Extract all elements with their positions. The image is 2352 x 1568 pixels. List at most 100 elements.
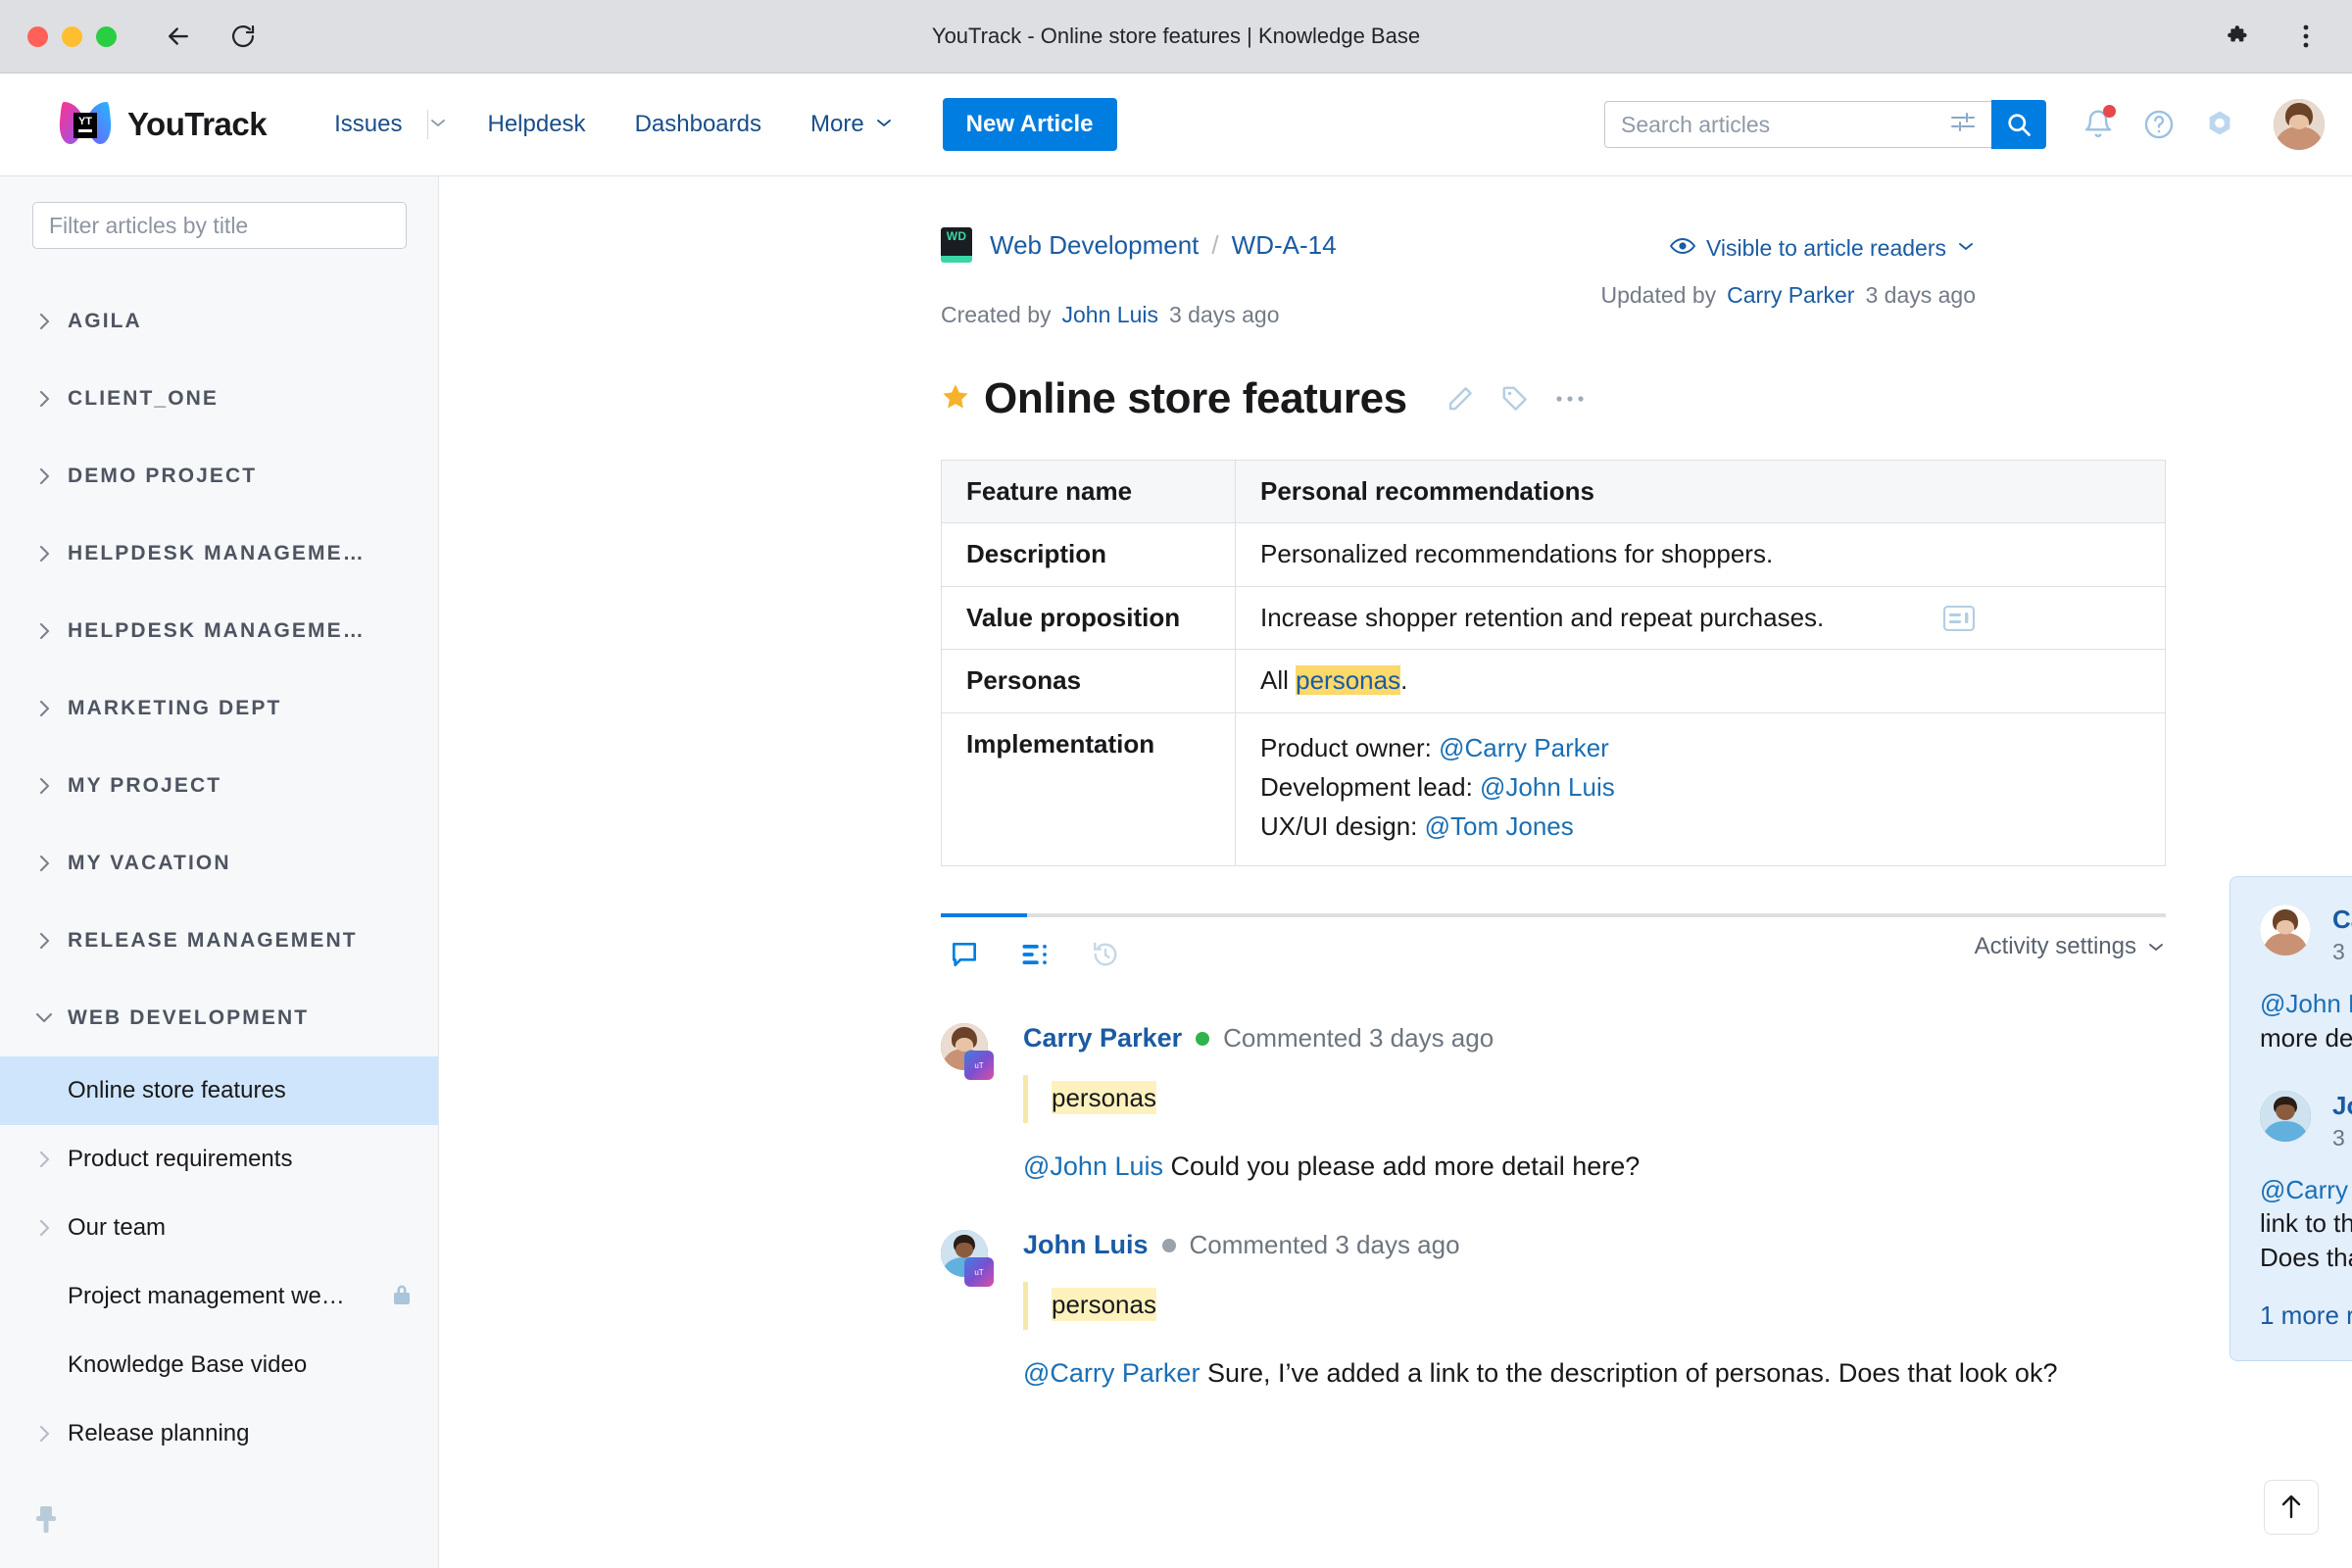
chevron-right-icon[interactable] [29, 1423, 59, 1445]
sidebar-item-product-requirements[interactable]: Product requirements [0, 1125, 438, 1194]
nav-more-chevron-down-icon[interactable] [874, 116, 909, 134]
breadcrumb-project-link[interactable]: Web Development [990, 230, 1199, 261]
implementation-label: Development lead: [1260, 771, 1481, 802]
chevron-right-icon [29, 388, 59, 410]
mention-carry-parker[interactable]: @Carry Parker [1439, 733, 1609, 762]
user-avatar[interactable] [2274, 99, 2325, 150]
breadcrumb-article-id[interactable]: WD-A-14 [1232, 230, 1337, 261]
nav-item-dashboards[interactable]: Dashboards [611, 111, 786, 138]
comment-item: uT Carry Parker Commented 3 days ago per… [941, 1023, 2166, 1185]
pin-icon[interactable] [31, 1504, 61, 1543]
comment-timestamp: Commented 3 days ago [1189, 1230, 1460, 1260]
sidebar-group-demo-project[interactable]: DEMO PROJECT [0, 437, 438, 514]
comment-body: John Luis Commented 3 days ago personas … [1023, 1230, 2166, 1392]
table-header-cell: Personal recommendations [1235, 460, 2166, 523]
bell-icon[interactable] [2068, 94, 2129, 155]
puzzle-piece-icon[interactable] [2223, 20, 2256, 53]
sidebar-group-label: CLIENT_ONE [68, 386, 220, 410]
nav-item-issues[interactable]: Issues [310, 111, 426, 138]
activity-settings-button[interactable]: Activity settings [1975, 933, 2166, 960]
more-replies-link[interactable]: 1 more reply [2260, 1300, 2352, 1331]
feature-table: Feature name Personal recommendations De… [941, 460, 2166, 867]
comment-header: Carry Parker Commented 3 days ago [1023, 1023, 2166, 1054]
sidebar-group-marketing-dept[interactable]: MARKETING DEPT [0, 669, 438, 747]
sidebar-item-release-planning[interactable]: Release planning [0, 1399, 438, 1468]
sidebar-group-helpdesk-management-2[interactable]: HELPDESK MANAGEME… [0, 592, 438, 669]
sidebar-item-our-team[interactable]: Our team [0, 1194, 438, 1262]
sidebar-group-web-development[interactable]: WEB DEVELOPMENT [0, 979, 438, 1056]
tag-icon[interactable] [1488, 371, 1543, 426]
pencil-icon[interactable] [1433, 371, 1488, 426]
thread-author[interactable]: Carry Parker [2332, 905, 2352, 935]
mention-john-luis[interactable]: @John Luis [1023, 1152, 1163, 1181]
search-submit-button[interactable] [1991, 100, 2046, 149]
sidebar-group-my-vacation[interactable]: MY VACATION [0, 824, 438, 902]
activity-list-icon[interactable] [1011, 931, 1058, 978]
updated-by-user-link[interactable]: Carry Parker [1727, 282, 1854, 309]
implementation-line: UX/UI design: @Tom Jones [1260, 811, 2140, 843]
reload-icon[interactable] [226, 20, 260, 53]
activity-toolbar: Activity settings [941, 913, 2166, 978]
sidebar-group-client-one[interactable]: CLIENT_ONE [0, 360, 438, 437]
mention-tom-jones[interactable]: @Tom Jones [1425, 811, 1574, 841]
thread-entry-text: @Carry Parker Sure, I’ve added a link to… [2260, 1173, 2352, 1275]
mention-john-luis[interactable]: @John Luis [1480, 772, 1615, 802]
mention-john-luis[interactable]: @John Luis [2260, 989, 2352, 1018]
search-group [1604, 100, 2046, 149]
sidebar-group-my-project[interactable]: MY PROJECT [0, 747, 438, 824]
main-navigation: Issues Helpdesk Dashboards More [310, 110, 909, 139]
sidebar-item-project-management-website[interactable]: Project management we… [0, 1262, 438, 1331]
thread-entry: John Luis 3 days ago @Carry Parker Sure,… [2260, 1090, 2352, 1331]
sidebar-item-label: Our team [68, 1214, 167, 1241]
personas-link[interactable]: personas [1296, 665, 1401, 696]
sidebar-item-label: Project management we… [68, 1283, 345, 1309]
kebab-menu-icon[interactable] [2289, 20, 2323, 53]
comment-author[interactable]: Carry Parker [1023, 1023, 1182, 1054]
implementation-line: Product owner: @Carry Parker [1260, 733, 2140, 764]
table-row: Personas All personas. [941, 649, 2166, 714]
sidebar-group-release-management[interactable]: RELEASE MANAGEMENT [0, 902, 438, 979]
chevron-down-icon [29, 1009, 59, 1026]
feature-table-head: Feature name Personal recommendations [941, 460, 2166, 523]
sidebar-group-helpdesk-management-1[interactable]: HELPDESK MANAGEME… [0, 514, 438, 592]
mention-carry-parker[interactable]: @Carry Parker [1023, 1358, 1200, 1388]
search-input[interactable] [1621, 111, 1950, 138]
thread-author[interactable]: John Luis [2332, 1091, 2352, 1121]
nav-item-more[interactable]: More [786, 111, 874, 138]
minimize-window-button[interactable] [62, 25, 82, 47]
history-revert-icon[interactable] [1082, 931, 1129, 978]
ellipsis-icon[interactable] [1543, 371, 1597, 426]
new-article-button[interactable]: New Article [942, 98, 1117, 151]
scroll-to-top-button[interactable] [2264, 1480, 2319, 1535]
table-row-value: Product owner: @Carry Parker Development… [1235, 712, 2166, 867]
back-arrow-icon[interactable] [162, 20, 195, 53]
avatar[interactable] [2260, 905, 2311, 956]
star-filled-icon[interactable] [941, 382, 970, 416]
gear-icon[interactable] [2189, 94, 2250, 155]
comment-author[interactable]: John Luis [1023, 1230, 1149, 1260]
sidebar-group-agila[interactable]: AGILA [0, 282, 438, 360]
filter-articles-input[interactable] [32, 202, 407, 249]
chevron-right-icon[interactable] [29, 1217, 59, 1239]
sidebar-item-knowledge-base-video[interactable]: Knowledge Base video [0, 1331, 438, 1399]
nav-item-helpdesk[interactable]: Helpdesk [464, 111, 611, 138]
mention-carry-parker[interactable]: @Carry Parker [2260, 1175, 2352, 1204]
table-row: Implementation Product owner: @Carry Par… [941, 712, 2166, 867]
nav-issues-chevron-down-icon[interactable] [428, 116, 464, 134]
thread-entry-header: John Luis 3 days ago [2260, 1090, 2352, 1152]
youtrack-logo[interactable]: YT YouTrack [57, 96, 268, 153]
breadcrumb-separator: / [1211, 229, 1219, 260]
sidebar-item-online-store-features[interactable]: Online store features [0, 1056, 438, 1125]
maximize-window-button[interactable] [96, 25, 117, 47]
project-icon-text: WD [946, 229, 967, 243]
avatar[interactable] [2260, 1090, 2311, 1142]
chevron-right-icon[interactable] [29, 1149, 59, 1170]
created-by-user-link[interactable]: John Luis [1062, 302, 1158, 328]
sidebar-item-label: Knowledge Base video [68, 1351, 308, 1378]
visibility-selector[interactable]: Visible to article readers [1669, 235, 1976, 262]
question-mark-icon[interactable] [2129, 94, 2189, 155]
search-options-icon[interactable] [1950, 112, 1976, 138]
close-window-button[interactable] [27, 25, 48, 47]
comment-icon[interactable] [941, 931, 988, 978]
table-of-contents-icon[interactable] [1942, 604, 1976, 638]
